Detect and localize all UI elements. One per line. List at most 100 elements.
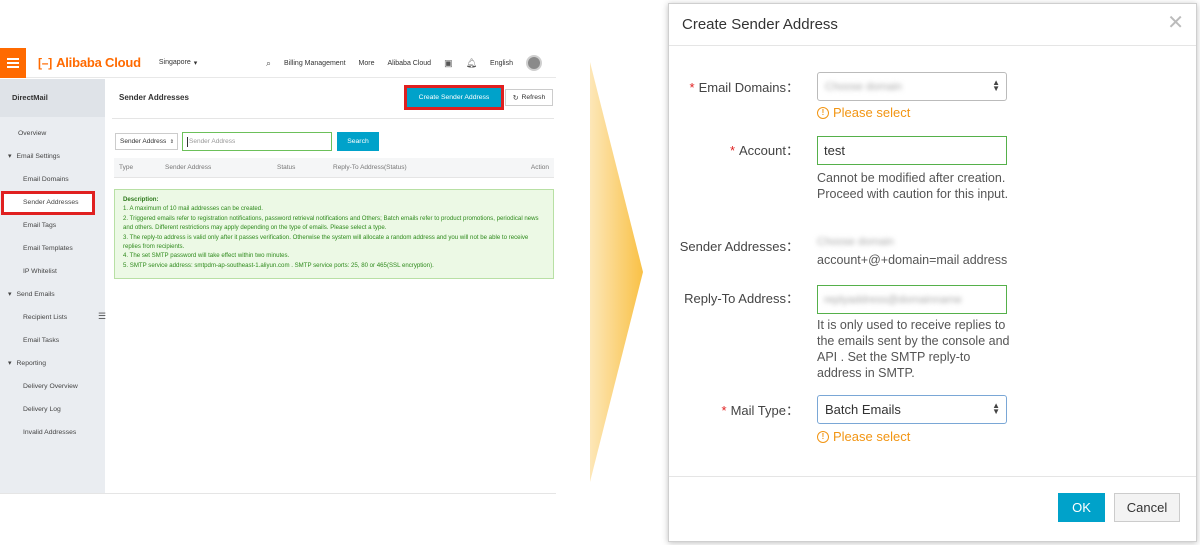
more-link[interactable]: More <box>359 60 375 67</box>
dialog-footer: OK Cancel <box>669 476 1196 541</box>
refresh-icon: ↻ <box>512 94 519 102</box>
terminal-icon[interactable]: ▣ <box>444 58 453 69</box>
warning-icon: ! <box>817 106 829 119</box>
sender-addresses-label: Sender Addresses： <box>679 239 799 254</box>
caret-down-icon: ▾ <box>193 59 198 67</box>
reply-to-label: Reply-To Address： <box>684 291 799 306</box>
reply-to-input[interactable]: replyaddress@domainname <box>817 285 1007 314</box>
required-mark: * <box>729 143 736 158</box>
sidebar-item-email-domains[interactable]: Email Domains <box>0 168 105 191</box>
required-mark: * <box>689 80 695 95</box>
sidebar-item-send-emails[interactable]: Send Emails <box>0 283 105 306</box>
warning-text: Please select <box>833 429 911 444</box>
sidebar-item-email-tasks[interactable]: Email Tasks <box>0 329 105 352</box>
logo[interactable]: [–] Alibaba Cloud <box>38 55 141 70</box>
dialog-header: Create Sender Address <box>669 4 1196 46</box>
email-domains-label-text: Email Domains： <box>698 80 799 95</box>
filter-select[interactable]: Sender Address ⇕ <box>115 133 178 150</box>
bell-icon[interactable]: 🔔︎ <box>466 58 477 69</box>
mail-type-label-text: Mail Type： <box>730 403 799 418</box>
sender-address-format: account+@+domain=mail address <box>817 253 1008 267</box>
sidebar-item-email-settings[interactable]: Email Settings <box>0 145 105 168</box>
region-label: Singapore <box>158 59 191 66</box>
create-sender-address-dialog: Create Sender Address ✕ * Email Domains： … <box>668 3 1197 542</box>
sidebar-item-delivery-log[interactable]: Delivery Log <box>0 398 105 421</box>
sidebar-item-overview[interactable]: Overview <box>0 122 105 145</box>
cancel-button[interactable]: Cancel <box>1114 493 1180 522</box>
sidebar-item-sender-addresses[interactable]: Sender Addresses <box>1 191 95 215</box>
reply-to-value: replyaddress@domainname <box>824 293 962 306</box>
page-title: Sender Addresses <box>119 93 189 102</box>
sidebar-item-email-templates[interactable]: Email Templates <box>0 237 105 260</box>
select-arrows-icon: ⇕ <box>169 138 174 145</box>
sidebar-title: DirectMail <box>0 79 105 117</box>
sidebar-item-recipient-lists[interactable]: Recipient Lists <box>0 306 105 329</box>
sidebar-item-invalid-addresses[interactable]: Invalid Addresses <box>0 421 105 444</box>
region-selector[interactable]: Singapore ▾ <box>159 59 197 67</box>
language-link[interactable]: English <box>490 60 513 67</box>
alibaba-cloud-link[interactable]: Alibaba Cloud <box>387 60 431 67</box>
sender-address-preview: Choose domain account+@+domain=mail addr… <box>817 234 1017 268</box>
email-domains-warning: ! Please select <box>817 105 910 120</box>
email-domains-label: * Email Domains： <box>669 80 799 96</box>
column-type: Type <box>119 164 134 171</box>
filter-select-value: Sender Address <box>120 138 167 145</box>
search-icon[interactable]: ⌕ <box>266 58 271 69</box>
description-line: 2. Triggered emails refer to registratio… <box>123 214 539 232</box>
sidebar: DirectMail OverviewEmail SettingsEmail D… <box>0 79 106 493</box>
close-icon[interactable]: ✕ <box>1167 13 1184 33</box>
console-screenshot: [–] Alibaba Cloud Singapore ▾ ⌕ Billing … <box>0 47 556 494</box>
search-button[interactable]: Search <box>337 132 379 151</box>
description-title: Description: <box>123 196 159 203</box>
sender-address-input[interactable]: Sender Address <box>182 132 332 151</box>
mail-type-select[interactable]: Batch Emails ▲ ▼ <box>817 395 1007 424</box>
billing-link[interactable]: Billing Management <box>284 60 345 67</box>
description-line: 1. A maximum of 10 mail addresses can be… <box>123 205 263 213</box>
sidebar-item-ip-whitelist[interactable]: IP Whitelist <box>0 260 105 283</box>
select-arrows-icon: ▲ ▼ <box>992 78 1000 93</box>
column-reply-to: Reply-To Address(Status) <box>333 164 407 171</box>
mail-type-value: Batch Emails <box>825 402 901 417</box>
dialog-title: Create Sender Address <box>682 16 838 33</box>
email-domains-select[interactable]: Choose domain ▲ ▼ <box>817 72 1007 101</box>
description-line: 4. The set SMTP password will take effec… <box>123 252 290 260</box>
warning-icon: ! <box>817 430 829 443</box>
sender-address-blurred: Choose domain <box>817 236 895 248</box>
reply-to-help-text: It is only used to receive replies to th… <box>817 318 1010 380</box>
description-line: 3. The reply-to address is valid only af… <box>123 233 529 251</box>
menu-icon[interactable] <box>0 47 26 78</box>
collapse-handle-icon[interactable]: ☰ <box>98 311 106 322</box>
select-arrows-icon: ▲ ▼ <box>992 401 1000 416</box>
refresh-label: Refresh <box>521 94 546 101</box>
arrow-right-icon <box>590 62 643 482</box>
description-line: 5. SMTP service address: smtpdm-ap-south… <box>123 261 434 269</box>
description-box: Description: 1. A maximum of 10 mail add… <box>114 189 554 279</box>
text-caret <box>187 136 188 147</box>
sidebar-list: OverviewEmail SettingsEmail DomainsSende… <box>0 117 105 444</box>
table-header: Type Sender Address Status Reply-To Addr… <box>114 158 554 178</box>
avatar[interactable] <box>526 55 542 71</box>
sidebar-item-delivery-overview[interactable]: Delivery Overview <box>0 375 105 398</box>
account-help-text: Cannot be modified after creation. Proce… <box>817 171 1009 201</box>
brand-name: Alibaba Cloud <box>56 55 141 70</box>
account-value: test <box>824 143 845 158</box>
top-bar: [–] Alibaba Cloud Singapore ▾ ⌕ Billing … <box>0 47 556 78</box>
top-nav: ⌕ Billing Management More Alibaba Cloud … <box>266 48 542 78</box>
divider <box>112 118 554 119</box>
refresh-button[interactable]: ↻ Refresh <box>505 89 553 106</box>
account-label-text: Account： <box>739 143 799 158</box>
mail-type-warning: ! Please select <box>817 429 910 444</box>
account-input[interactable]: test <box>817 136 1007 165</box>
mail-type-label: * Mail Type： <box>669 403 799 419</box>
description-lines: 1. A maximum of 10 mail addresses can be… <box>123 204 545 270</box>
email-domains-value: Choose domain <box>825 80 903 93</box>
ok-button[interactable]: OK <box>1058 493 1105 522</box>
alibaba-cloud-logo-icon: [–] <box>38 55 53 70</box>
required-mark: * <box>721 403 727 418</box>
create-sender-address-button[interactable]: Create Sender Address <box>404 85 504 110</box>
account-label: * Account： <box>669 143 799 159</box>
column-action: Action <box>530 164 549 171</box>
sidebar-item-email-tags[interactable]: Email Tags <box>0 214 105 237</box>
sidebar-item-reporting[interactable]: Reporting <box>0 352 105 375</box>
filter-placeholder: Sender Address <box>189 138 236 145</box>
